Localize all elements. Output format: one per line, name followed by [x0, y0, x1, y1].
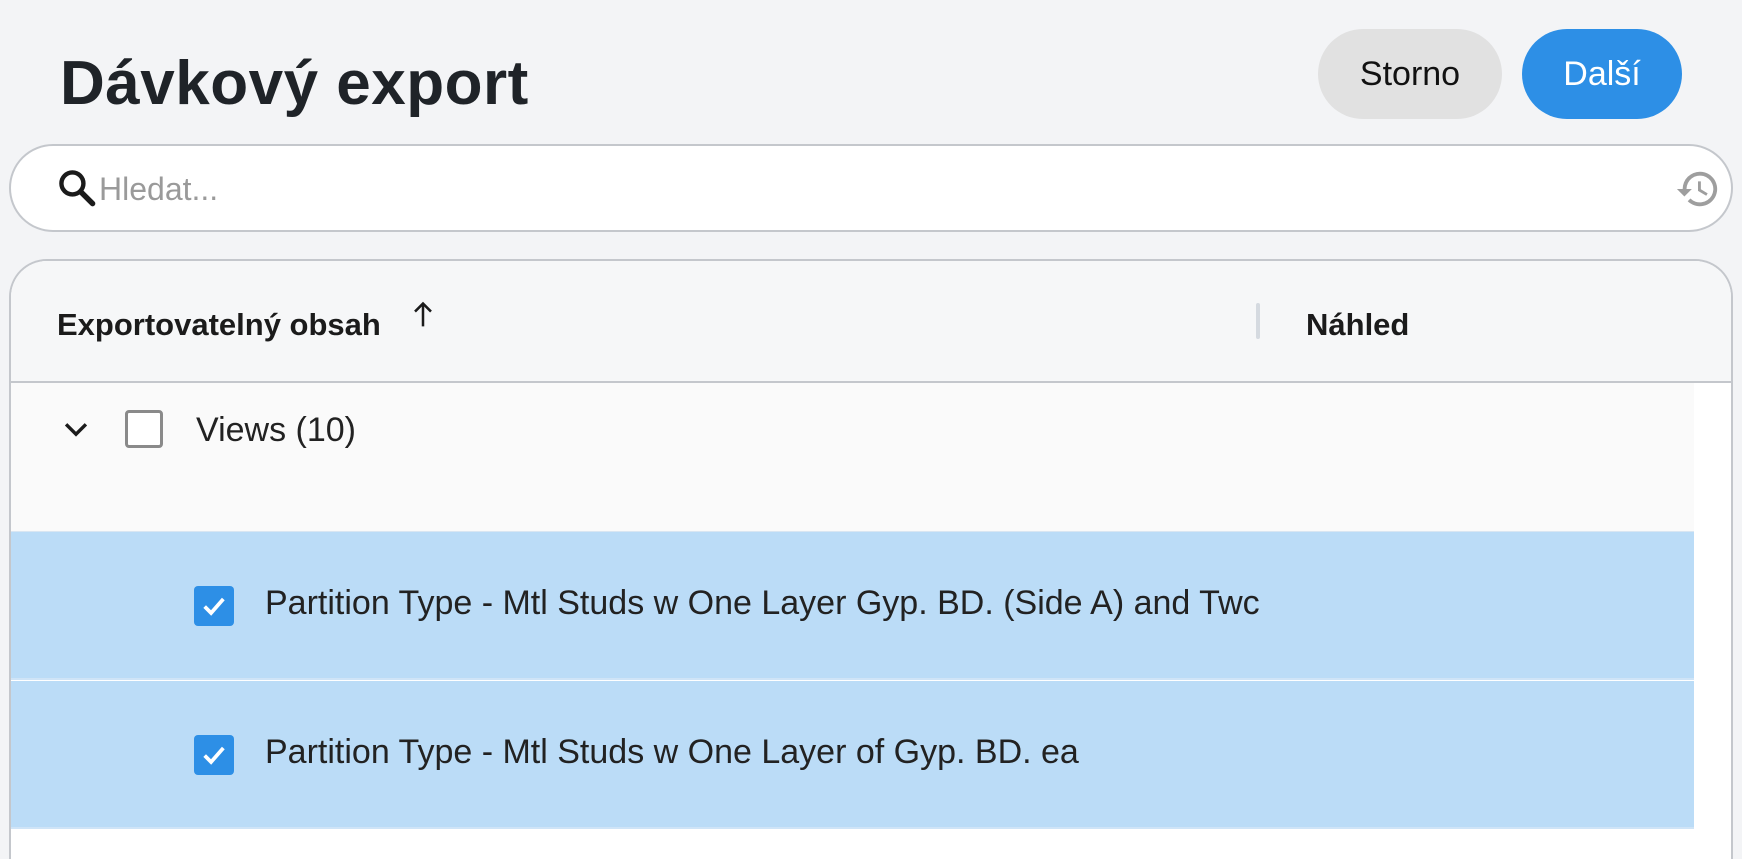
search-bar	[9, 144, 1733, 232]
row-checkbox[interactable]	[194, 586, 234, 626]
column-resize-handle[interactable]	[1256, 303, 1260, 339]
search-input[interactable]	[97, 162, 1661, 216]
table-header: Exportovatelný obsah Náhled	[11, 261, 1731, 383]
row-checkbox[interactable]	[194, 735, 234, 775]
scrollbar-track[interactable]	[1694, 383, 1731, 859]
sort-ascending-icon[interactable]	[409, 299, 437, 331]
column-header-exportable-content[interactable]: Exportovatelný obsah	[57, 307, 381, 343]
column-header-preview[interactable]: Náhled	[1306, 307, 1409, 343]
table-row[interactable]: Partition Type - Mtl Studs w One Layer G…	[11, 532, 1694, 680]
export-table: Exportovatelný obsah Náhled Views (10) P…	[9, 259, 1733, 859]
next-button[interactable]: Další	[1522, 29, 1682, 119]
row-label: Partition Type - Mtl Studs w One Layer G…	[265, 584, 1260, 622]
history-icon[interactable]	[1675, 166, 1721, 212]
row-label: Partition Type - Mtl Studs w One Layer o…	[265, 733, 1079, 771]
group-checkbox[interactable]	[125, 410, 163, 448]
search-icon	[59, 170, 96, 207]
group-label: Views (10)	[196, 411, 356, 449]
checkmark-icon	[203, 597, 225, 616]
checkmark-icon	[203, 746, 225, 765]
group-row-views: Views (10)	[11, 383, 1694, 532]
cancel-button[interactable]: Storno	[1318, 29, 1502, 119]
chevron-down-icon[interactable]	[59, 413, 93, 447]
table-row[interactable]: Partition Type - Mtl Studs w One Layer o…	[11, 681, 1694, 829]
page-title: Dávkový export	[60, 49, 529, 118]
